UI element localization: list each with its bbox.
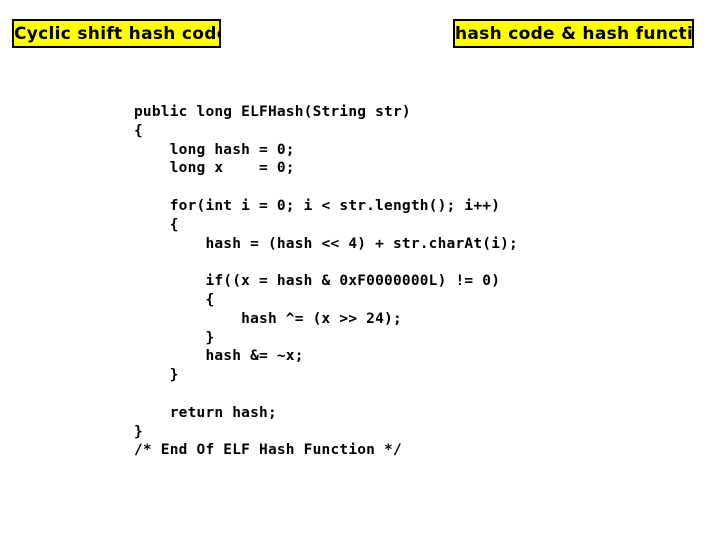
code-line: hash &= ~x;: [134, 348, 304, 365]
code-line: for(int i = 0; i < str.length(); i++): [134, 197, 501, 214]
code-line: /* End Of ELF Hash Function */: [134, 442, 402, 459]
slide-title-left: Cyclic shift hash codes: [12, 19, 221, 48]
code-line: }: [134, 367, 179, 384]
code-line: {: [134, 291, 215, 308]
code-line: {: [134, 122, 143, 139]
slide-title-right: hash code & hash function: [453, 19, 694, 48]
code-line: long x = 0;: [134, 160, 295, 177]
code-line: hash = (hash << 4) + str.charAt(i);: [134, 235, 518, 252]
code-line: {: [134, 216, 179, 233]
code-line: hash ^= (x >> 24);: [134, 310, 402, 327]
code-listing: public long ELFHash(String str) { long ha…: [134, 103, 518, 460]
code-line: public long ELFHash(String str): [134, 104, 411, 120]
code-line: return hash;: [134, 404, 277, 421]
code-line: long hash = 0;: [134, 141, 295, 158]
slide-canvas: Cyclic shift hash codes hash code & hash…: [0, 0, 720, 540]
code-line: if((x = hash & 0xF0000000L) != 0): [134, 273, 501, 290]
code-line: }: [134, 423, 143, 440]
code-line: }: [134, 329, 215, 346]
